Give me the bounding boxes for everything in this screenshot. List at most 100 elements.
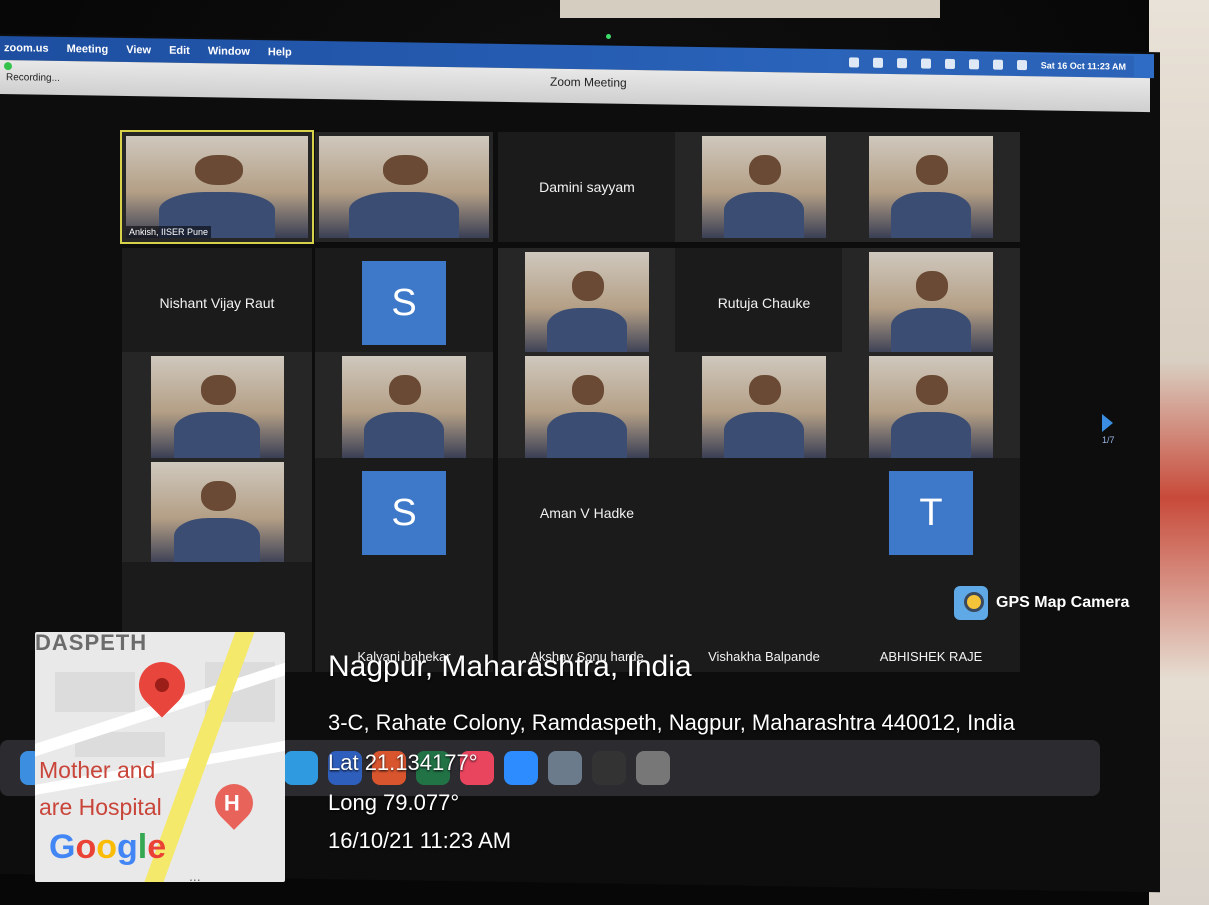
wifi-icon[interactable] <box>968 59 979 70</box>
menu-app[interactable]: zoom.us <box>4 42 49 55</box>
participant-name: Vishakha Balpande <box>708 649 820 664</box>
participant-tile[interactable]: S <box>315 248 493 358</box>
person-head <box>195 154 243 185</box>
person-body <box>547 412 627 458</box>
person-body <box>364 412 444 458</box>
person-body <box>891 192 971 238</box>
participant-tile[interactable] <box>842 132 1020 242</box>
participant-tile[interactable] <box>842 352 1020 462</box>
participant-tile[interactable] <box>122 352 312 462</box>
participant-video <box>150 462 284 564</box>
preview-icon[interactable] <box>548 751 582 785</box>
background-wall <box>560 0 940 18</box>
map-place-label-1: Mother and <box>39 757 156 783</box>
google-logo: Google <box>49 828 166 867</box>
gallery-pager[interactable]: 1/7 <box>1102 414 1115 445</box>
datetime-text: 16/10/21 11:23 AM <box>328 828 512 853</box>
telegram-icon[interactable] <box>284 751 318 785</box>
lat-text: Lat 21.134177° <box>328 750 478 775</box>
person-body <box>724 192 804 238</box>
participant-tile[interactable]: Vishakha Balpande <box>675 562 853 672</box>
menu-meeting[interactable]: Meeting <box>67 43 109 56</box>
participant-name: Damini sayyam <box>539 179 635 195</box>
page-indicator: 1/7 <box>1102 435 1115 445</box>
bluetooth-icon[interactable] <box>920 58 931 69</box>
next-page-icon[interactable] <box>1102 414 1113 432</box>
long-text: Long 79.077° <box>328 790 460 815</box>
menu-edit[interactable]: Edit <box>169 45 190 57</box>
map-area-label: DASPETH <box>35 632 148 655</box>
participant-tile[interactable] <box>315 132 493 242</box>
map-block <box>55 672 135 712</box>
menu-window[interactable]: Window <box>208 45 250 58</box>
google-letter: l <box>137 828 148 866</box>
participant-video <box>524 252 650 354</box>
location-latitude: Lat 21.134177° <box>328 750 478 776</box>
participant-tile[interactable]: Ankish, IISER Pune <box>120 130 314 244</box>
participant-tile[interactable]: Aman V Hadke <box>498 458 676 568</box>
person-head <box>572 270 605 301</box>
participant-tile[interactable] <box>498 248 676 358</box>
person-head <box>916 270 949 301</box>
person-body <box>891 412 971 458</box>
participant-tile[interactable] <box>675 352 853 462</box>
recent-doc-icon[interactable] <box>592 751 626 785</box>
participant-video <box>524 356 650 458</box>
gps-camera-brand: GPS Map Camera <box>996 594 1130 611</box>
person-head <box>749 154 782 185</box>
participant-tile[interactable]: Rutuja Chauke <box>675 248 853 358</box>
participant-tile[interactable]: Nishant Vijay Raut <box>122 248 312 358</box>
zoom-icon[interactable] <box>504 751 538 785</box>
google-letter: g <box>117 828 138 866</box>
participant-tile[interactable] <box>675 458 853 568</box>
google-letter: o <box>75 828 97 866</box>
participant-tile[interactable]: T <box>842 458 1020 568</box>
participant-tile[interactable]: Damini sayyam <box>498 132 676 242</box>
city-text: Nagpur, Maharashtra, India <box>328 650 692 683</box>
gps-camera-badge: GPS Map Camera <box>954 586 1129 620</box>
person-head <box>916 154 949 185</box>
menu-help[interactable]: Help <box>268 46 292 58</box>
map-place-label-2: are Hospital <box>39 794 162 820</box>
person-head <box>749 374 782 405</box>
calendar-status-icon[interactable] <box>896 58 907 69</box>
window-close-icon[interactable] <box>4 62 12 71</box>
participant-video <box>341 356 467 458</box>
search-icon[interactable] <box>992 59 1003 70</box>
gps-camera-logo-icon <box>954 586 988 620</box>
location-city: Nagpur, Maharashtra, India <box>328 650 692 684</box>
battery-icon[interactable] <box>944 58 955 69</box>
person-body <box>891 308 971 354</box>
hospital-pin-icon: H <box>207 776 261 830</box>
webcam-light <box>606 34 611 39</box>
participant-tile[interactable] <box>315 352 493 462</box>
person-body <box>349 192 459 238</box>
location-datetime: 16/10/21 11:23 AM <box>328 828 511 854</box>
google-letter: o <box>96 828 118 866</box>
person-body <box>174 412 260 458</box>
participant-avatar: T <box>889 471 973 555</box>
zoom-status-icon[interactable] <box>848 57 859 68</box>
participant-video <box>701 136 827 238</box>
participant-avatar: S <box>362 261 446 345</box>
participant-video <box>150 356 284 458</box>
participant-tile[interactable] <box>842 248 1020 358</box>
address-text: 3-C, Rahate Colony, Ramdaspeth, Nagpur, … <box>328 710 1015 735</box>
google-letter: e <box>147 828 167 866</box>
participant-tile[interactable] <box>675 132 853 242</box>
participant-tile[interactable] <box>122 458 312 568</box>
participant-video <box>868 252 994 354</box>
participant-tile[interactable]: S <box>315 458 493 568</box>
recording-indicator: Recording... <box>6 72 60 84</box>
participant-video <box>868 136 994 238</box>
safari-status-icon[interactable] <box>872 57 883 68</box>
control-center-icon[interactable] <box>1016 59 1027 71</box>
trash-icon[interactable] <box>636 751 670 785</box>
menubar-clock[interactable]: Sat 16 Oct 11:23 AM <box>1041 60 1126 71</box>
person-head <box>389 374 422 405</box>
menu-view[interactable]: View <box>126 44 151 56</box>
participant-video <box>701 356 827 458</box>
participant-tile[interactable] <box>498 352 676 462</box>
participant-name: Nishant Vijay Raut <box>159 295 275 311</box>
participant-name: ABHISHEK RAJE <box>879 649 983 664</box>
